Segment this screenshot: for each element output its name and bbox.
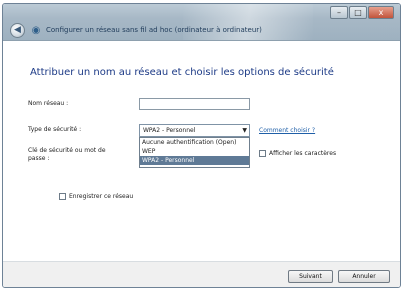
title-bar: – □ x ◀ ◉ Configurer un réseau sans fil … [3, 4, 400, 41]
caption-buttons: – □ x [330, 6, 394, 20]
network-name-input[interactable] [139, 98, 250, 110]
security-type-select[interactable]: WPA2 - Personnel ▼ [139, 124, 250, 137]
security-key-label-line1: Clé de sécurité ou mot de [28, 147, 106, 154]
chevron-down-icon[interactable]: ▼ [242, 125, 247, 136]
help-link[interactable]: Comment choisir ? [259, 127, 315, 134]
window-title: Configurer un réseau sans fil ad hoc (or… [46, 26, 262, 34]
security-type-value: WPA2 - Personnel [143, 127, 196, 134]
security-option-wpa2[interactable]: WPA2 - Personnel [140, 156, 249, 165]
maximize-button[interactable]: □ [349, 6, 367, 19]
page-heading: Attribuer un nom au réseau et choisir le… [30, 67, 334, 78]
title-bar-sheen [183, 4, 313, 40]
security-type-label: Type de sécurité : [28, 126, 82, 133]
security-option-open[interactable]: Aucune authentification (Open) [140, 138, 249, 147]
save-network-checkbox[interactable] [59, 193, 66, 200]
back-arrow-icon[interactable]: ◀ [10, 23, 25, 38]
wizard-window: – □ x ◀ ◉ Configurer un réseau sans fil … [2, 3, 401, 288]
close-button[interactable]: x [368, 6, 394, 19]
wireless-network-icon: ◉ [31, 25, 41, 36]
show-characters-label: Afficher les caractères [269, 150, 337, 157]
save-network-label: Enregistrer ce réseau [69, 193, 134, 200]
show-characters-checkbox[interactable] [259, 150, 266, 157]
minimize-button[interactable]: – [330, 6, 348, 19]
next-button[interactable]: Suivant [288, 270, 333, 283]
security-type-dropdown[interactable]: Aucune authentification (Open) WEP WPA2 … [139, 137, 250, 168]
security-option-wep[interactable]: WEP [140, 147, 249, 156]
network-name-label: Nom réseau : [28, 100, 69, 107]
security-key-label-line2: passe : [28, 155, 50, 162]
cancel-button[interactable]: Annuler [338, 270, 390, 283]
